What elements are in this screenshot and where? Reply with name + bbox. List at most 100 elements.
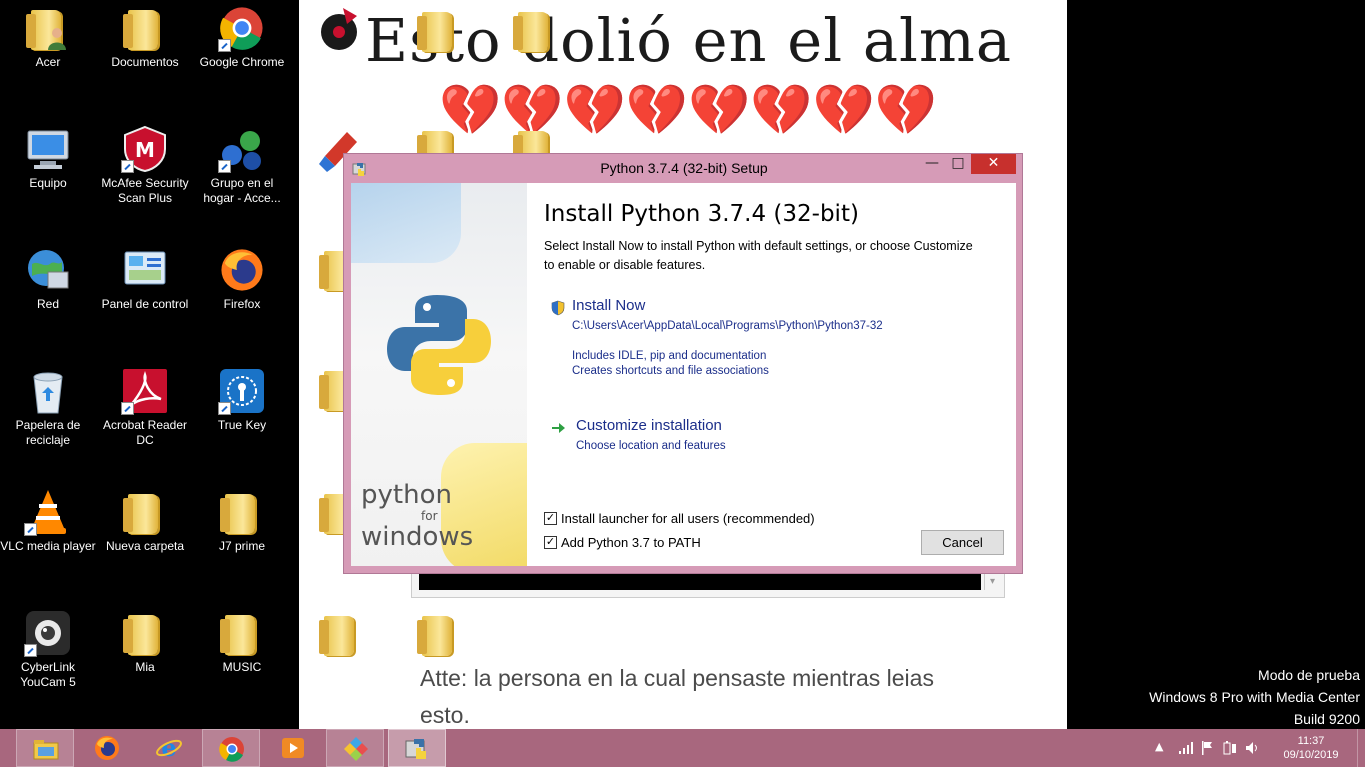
python-installer-icon — [405, 739, 426, 759]
close-button[interactable]: ✕ — [971, 154, 1016, 174]
taskbar-file-explorer[interactable] — [16, 729, 74, 767]
desktop-icon[interactable]: Acer — [0, 4, 96, 70]
folder-icon — [218, 609, 266, 657]
desktop-icon-label: McAfee Security Scan Plus — [101, 176, 189, 205]
desktop-icon-label: Grupo en el hogar - Acce... — [203, 176, 281, 205]
python-for-windows-brand: python for windows — [361, 481, 473, 551]
desktop-icon[interactable]: Acrobat Reader DC — [97, 367, 193, 448]
install-launcher-label: Install launcher for all users (recommen… — [561, 511, 815, 526]
customize-label[interactable]: Customize installation — [576, 417, 722, 434]
customize-installation-option[interactable]: Customize installation Choose location a… — [544, 417, 994, 457]
homegroup-icon — [218, 125, 266, 173]
desktop-icon[interactable]: Panel de control — [97, 246, 193, 312]
desktop-icon[interactable]: Grupo en el hogar - Acce... — [194, 125, 290, 206]
add-to-path-label: Add Python 3.7 to PATH — [561, 535, 701, 550]
media-player-icon — [282, 738, 304, 758]
shortcut-arrow-icon — [24, 523, 37, 536]
cancel-button[interactable]: Cancel — [921, 530, 1004, 555]
clock-date: 09/10/2019 — [1283, 749, 1339, 761]
battery-icon[interactable] — [1222, 740, 1238, 756]
taskbar-clock[interactable]: 11:37 09/10/2019 — [1278, 734, 1344, 762]
folder-icon[interactable] — [415, 610, 455, 658]
install-now-label[interactable]: Install Now — [572, 297, 645, 314]
signal-strength-icon[interactable] — [1178, 741, 1194, 755]
webcam-icon — [24, 609, 72, 657]
taskbar-colorful-app[interactable] — [326, 729, 384, 767]
taskbar: e ▲ 11:37 09/10/2019 — [0, 729, 1365, 767]
brand-python: python — [361, 480, 452, 510]
desktop-icon[interactable]: Equipo — [0, 125, 96, 191]
decorative-blue-shape — [351, 183, 461, 263]
installer-sidebar: python for windows — [351, 183, 527, 566]
desktop-icon[interactable]: CyberLink YouCam 5 — [0, 609, 96, 690]
desktop-icon[interactable]: Google Chrome — [194, 4, 290, 70]
desktop-icon[interactable]: J7 prime — [194, 488, 290, 554]
install-heading: Install Python 3.7.4 (32-bit) — [544, 201, 859, 227]
action-center-flag-icon[interactable] — [1200, 740, 1214, 756]
shortcut-arrow-icon — [121, 160, 134, 173]
brand-for: for — [421, 509, 438, 523]
title-bar[interactable]: Python 3.7.4 (32-bit) Setup — □ ✕ — [344, 154, 1022, 183]
desktop-icon-label: Nueva carpeta — [105, 539, 185, 553]
chrome-icon — [219, 737, 244, 762]
taskbar-firefox[interactable] — [78, 729, 136, 767]
desktop-icon[interactable]: MUSIC — [194, 609, 290, 675]
recycle-bin-icon — [24, 367, 72, 415]
minimize-button[interactable]: — — [919, 154, 945, 174]
install-now-detail-2: Creates shortcuts and file associations — [572, 365, 769, 377]
desktop-icon[interactable]: Papelera de reciclaje — [0, 367, 96, 448]
desktop-icon[interactable]: Red — [0, 246, 96, 312]
colorful-app-icon — [344, 737, 368, 761]
maximize-button[interactable]: □ — [945, 154, 971, 174]
checkbox-box[interactable]: ✓ — [544, 512, 557, 525]
desktop-icon[interactable]: VLC media player — [0, 488, 96, 554]
folder-icon — [121, 488, 169, 536]
folder-icon[interactable] — [415, 6, 455, 54]
desktop-icon[interactable]: Firefox — [194, 246, 290, 312]
install-now-detail-1: Includes IDLE, pip and documentation — [572, 350, 767, 362]
desktop-icon[interactable]: Mia — [97, 609, 193, 675]
desktop-icon-label: True Key — [217, 418, 267, 432]
desktop-icon[interactable]: M McAfee Security Scan Plus — [97, 125, 193, 206]
taskbar-chrome[interactable] — [202, 729, 260, 767]
svg-text:e: e — [161, 734, 176, 762]
desktop-icon-label: Acer — [35, 55, 61, 69]
windows-watermark: Modo de prueba Windows 8 Pro with Media … — [1149, 664, 1360, 730]
firefox-icon — [95, 736, 119, 760]
checkbox-box[interactable]: ✓ — [544, 536, 557, 549]
internet-explorer-icon: e — [156, 734, 182, 762]
desktop-icon-label: J7 prime — [218, 539, 265, 553]
install-now-option[interactable]: Install Now C:\Users\Acer\AppData\Local\… — [544, 297, 994, 377]
python-logo-icon — [387, 295, 491, 395]
python-setup-window: Python 3.7.4 (32-bit) Setup — □ ✕ python… — [343, 153, 1023, 574]
watermark-build: Build 9200 — [1293, 711, 1360, 727]
acrobat-icon — [121, 367, 169, 415]
desktop-icon-label: Acrobat Reader DC — [102, 418, 188, 447]
desktop-icon[interactable]: Documentos — [97, 4, 193, 70]
vlc-icon — [24, 488, 72, 536]
wallpaper-title: Esto dolió en el alma — [365, 6, 1013, 75]
shortcut-arrow-icon — [121, 402, 134, 415]
folder-icon[interactable] — [317, 610, 357, 658]
dialog-client: python for windows Install Python 3.7.4 … — [351, 183, 1016, 566]
show-desktop-button[interactable] — [1357, 729, 1365, 767]
file-explorer-icon — [33, 740, 59, 760]
wallpaper-message: Atte: la persona en la cual pensaste mie… — [420, 665, 934, 728]
shortcut-arrow-icon — [24, 644, 37, 657]
desktop-icon[interactable]: True Key — [194, 367, 290, 433]
media-record-icon[interactable] — [317, 4, 361, 52]
desktop-icon[interactable]: Nueva carpeta — [97, 488, 193, 554]
taskbar-internet-explorer[interactable]: e — [140, 729, 198, 767]
folder-icon — [121, 609, 169, 657]
chrome-icon — [218, 4, 266, 52]
shortcut-arrow-icon — [218, 402, 231, 415]
taskbar-python-installer[interactable] — [388, 729, 446, 767]
desktop-icon-label: Firefox — [223, 297, 261, 311]
volume-icon[interactable] — [1245, 740, 1261, 756]
taskbar-media-player[interactable] — [264, 729, 322, 767]
desktop-icon-label: Mia — [135, 660, 155, 674]
shortcut-arrow-icon — [218, 39, 231, 52]
folder-icon[interactable] — [511, 6, 551, 54]
install-path: C:\Users\Acer\AppData\Local\Programs\Pyt… — [572, 320, 883, 332]
show-hidden-icons-icon[interactable]: ▲ — [1155, 740, 1163, 753]
